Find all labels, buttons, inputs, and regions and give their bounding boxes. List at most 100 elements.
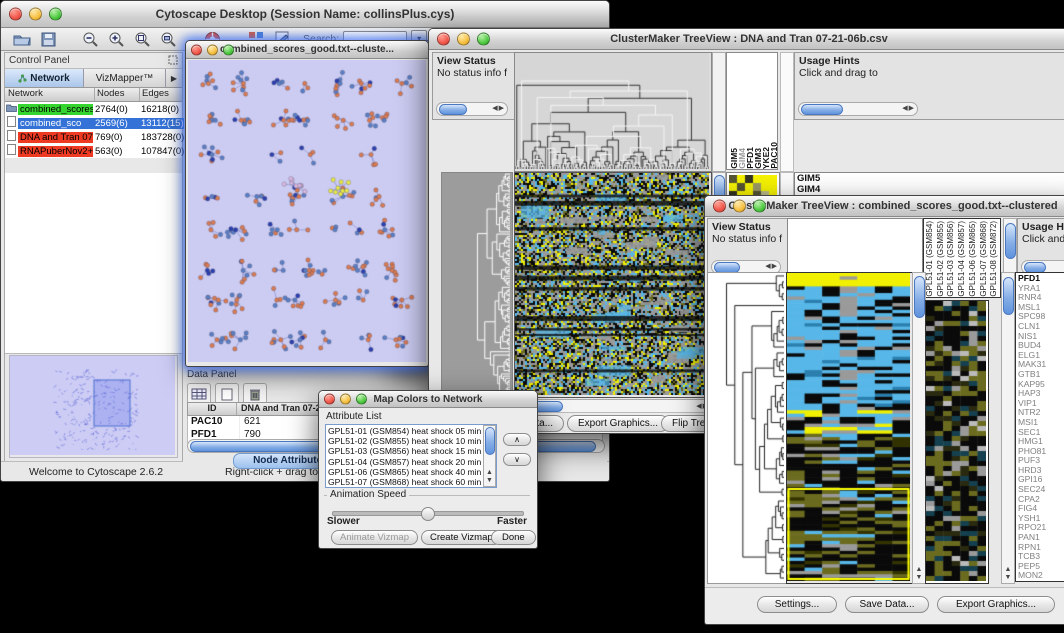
heatmap-a-hscrollbar[interactable]: ◀▶ <box>514 399 712 413</box>
save-data-button[interactable]: Save Data... <box>845 596 929 613</box>
column-label[interactable]: GIM3 <box>753 148 761 169</box>
gene-label[interactable]: MON2 <box>1018 571 1064 581</box>
zoom-button[interactable] <box>49 8 62 21</box>
array-column-label[interactable]: GPL51-02 (GSM855) <box>936 221 947 297</box>
treeview-b-title-bar[interactable]: ClusterMaker TreeView : combined_scores_… <box>705 196 1064 217</box>
heatmap-a[interactable] <box>514 172 712 398</box>
zoom-fit-icon[interactable] <box>157 29 179 49</box>
view-status-title: View Status <box>712 221 788 233</box>
network-nodes: 2764(0) <box>93 104 139 115</box>
network-table-row[interactable]: combined_sco 2569(6) 13112(15) <box>5 116 182 130</box>
close-button[interactable] <box>191 44 202 55</box>
zoom-button[interactable] <box>753 200 766 213</box>
small-heatmap-b[interactable] <box>925 300 989 584</box>
gene-label[interactable]: GIM4 <box>797 185 1064 196</box>
network-name: RNAPuberNov2+I <box>18 146 93 157</box>
tab-vizmapper[interactable]: VizMapper™ <box>84 69 166 87</box>
zoom-in-icon[interactable] <box>105 29 127 49</box>
zoom-button[interactable] <box>223 44 234 55</box>
attribute-list-item[interactable]: GPL51-06 (GSM865) heat shock 40 min <box>328 467 483 477</box>
export-graphics-button[interactable]: Export Graphics... <box>937 596 1055 613</box>
animate-vizmap-button[interactable]: Animate Vizmap <box>331 530 418 545</box>
attribute-list-item[interactable]: GPL51-04 (GSM857) heat shock 20 min <box>328 457 483 467</box>
float-panel-icon[interactable] <box>168 52 178 70</box>
attribute-list-item[interactable]: GPL51-07 (GSM868) heat shock 60 min <box>328 477 483 487</box>
minimize-button[interactable] <box>29 8 42 21</box>
heatmap-b[interactable] <box>786 272 913 584</box>
network-tree-empty-area <box>5 173 182 354</box>
array-column-label[interactable]: GPL51-01 (GSM854) <box>925 221 936 297</box>
zoom-button[interactable] <box>477 33 490 46</box>
attribute-list-vscrollbar[interactable]: ▲▼ <box>483 425 496 487</box>
network-canvas[interactable] <box>188 60 426 364</box>
column-label[interactable]: YKE2 <box>761 147 769 169</box>
network-edges: 107847(0) <box>139 146 184 157</box>
array-column-label[interactable]: GPL51-06 (GSM865) <box>968 221 979 297</box>
column-label[interactable]: GIM4 <box>737 148 745 169</box>
view-status-scrollbar-a[interactable]: ◀▶ <box>436 102 508 116</box>
move-up-button[interactable]: ∧ <box>503 433 531 446</box>
minimize-button[interactable] <box>457 33 470 46</box>
close-button[interactable] <box>713 200 726 213</box>
export-graphics-button[interactable]: Export Graphics... <box>567 415 669 432</box>
usage-hints-scrollbar-a[interactable]: ◀▶ <box>798 102 918 116</box>
map-colors-dialog: Map Colors to Network Attribute List GPL… <box>318 390 538 549</box>
network-name: DNA and Tran 07 <box>18 132 93 143</box>
column-scroll-strip-a[interactable] <box>712 52 726 172</box>
column-dendrogram-a[interactable] <box>514 52 712 172</box>
usage-hints-box-a: Usage Hints Click and drag to ◀▶ <box>794 52 1064 120</box>
minimize-button[interactable] <box>340 394 351 405</box>
move-down-button[interactable]: ∨ <box>503 453 531 466</box>
animation-speed-slider[interactable] <box>332 511 524 516</box>
zoom-selected-icon[interactable] <box>131 29 153 49</box>
dialog-title-bar[interactable]: Map Colors to Network <box>319 391 537 408</box>
row-dendrogram-a[interactable] <box>441 172 513 398</box>
column-dendrogram-b[interactable] <box>787 218 923 273</box>
dialog-title: Map Colors to Network <box>374 394 483 405</box>
window-controls-6 <box>324 394 367 405</box>
zoom-button[interactable] <box>356 394 367 405</box>
close-button[interactable] <box>9 8 22 21</box>
network-table-row[interactable]: combined_scores 2764(0) 16218(0) <box>5 102 182 116</box>
array-column-label[interactable]: GPL51-03 (GSM856) <box>946 221 957 297</box>
network-nodes: 769(0) <box>93 132 139 143</box>
save-icon[interactable] <box>37 29 59 49</box>
attribute-listbox[interactable]: GPL51-01 (GSM854) heat shock 05 minGPL51… <box>325 424 497 488</box>
heatmap-b-vscrollbar[interactable]: ▲▼ <box>912 272 926 584</box>
network-nodes: 2569(6) <box>93 118 139 129</box>
done-button[interactable]: Done <box>491 530 536 545</box>
gene-list-vscrollbar[interactable]: ▲▼ <box>1001 272 1015 584</box>
slider-thumb[interactable] <box>421 507 435 521</box>
main-title-bar[interactable]: Cytoscape Desktop (Session Name: collins… <box>1 1 609 28</box>
settings-button[interactable]: Settings... <box>757 596 837 613</box>
column-label[interactable]: PFD1 <box>745 147 753 169</box>
create-vizmap-button[interactable]: Create Vizmap <box>421 530 502 545</box>
treeview-a-title-bar[interactable]: ClusterMaker TreeView : DNA and Tran 07-… <box>429 29 1064 50</box>
network-overview-panel[interactable] <box>9 355 178 458</box>
network-edges: 13112(15) <box>139 118 184 129</box>
attribute-list-item[interactable]: GPL51-03 (GSM856) heat shock 15 min <box>328 446 483 456</box>
array-column-label[interactable]: GPL51-08 (GSM872) <box>989 221 1000 297</box>
tab-network[interactable]: Network <box>5 69 84 87</box>
close-button[interactable] <box>437 33 450 46</box>
open-folder-icon[interactable] <box>11 29 33 49</box>
close-button[interactable] <box>324 394 335 405</box>
column-label[interactable]: GIM5 <box>729 148 737 169</box>
attribute-list-item[interactable]: GPL51-01 (GSM854) heat shock 05 min <box>328 426 483 436</box>
network-table-row[interactable]: RNAPuberNov2+I 563(0) 107847(0) <box>5 144 182 158</box>
array-column-label[interactable]: GPL51-07 (GSM868) <box>979 221 990 297</box>
gene-label[interactable]: GIM5 <box>797 174 1064 185</box>
attribute-list-item[interactable]: GPL51-02 (GSM855) heat shock 10 min <box>328 436 483 446</box>
network-tab-icon <box>18 74 27 83</box>
array-column-label[interactable]: GPL51-04 (GSM857) <box>957 221 968 297</box>
minimize-button[interactable] <box>207 44 218 55</box>
network-name: combined_scores <box>18 104 93 115</box>
row-dendrogram-b[interactable] <box>707 272 787 584</box>
tab-overflow-arrow[interactable]: ▶ <box>166 69 182 87</box>
column-label[interactable]: PAC10 <box>769 142 777 169</box>
faster-label: Faster <box>497 516 527 527</box>
minimize-button[interactable] <box>733 200 746 213</box>
network-view-title-bar[interactable]: combined_scores_good.txt--cluste... <box>186 41 428 59</box>
network-table-row[interactable]: DNA and Tran 07 769(0) 183728(0) <box>5 130 182 144</box>
zoom-out-icon[interactable] <box>79 29 101 49</box>
